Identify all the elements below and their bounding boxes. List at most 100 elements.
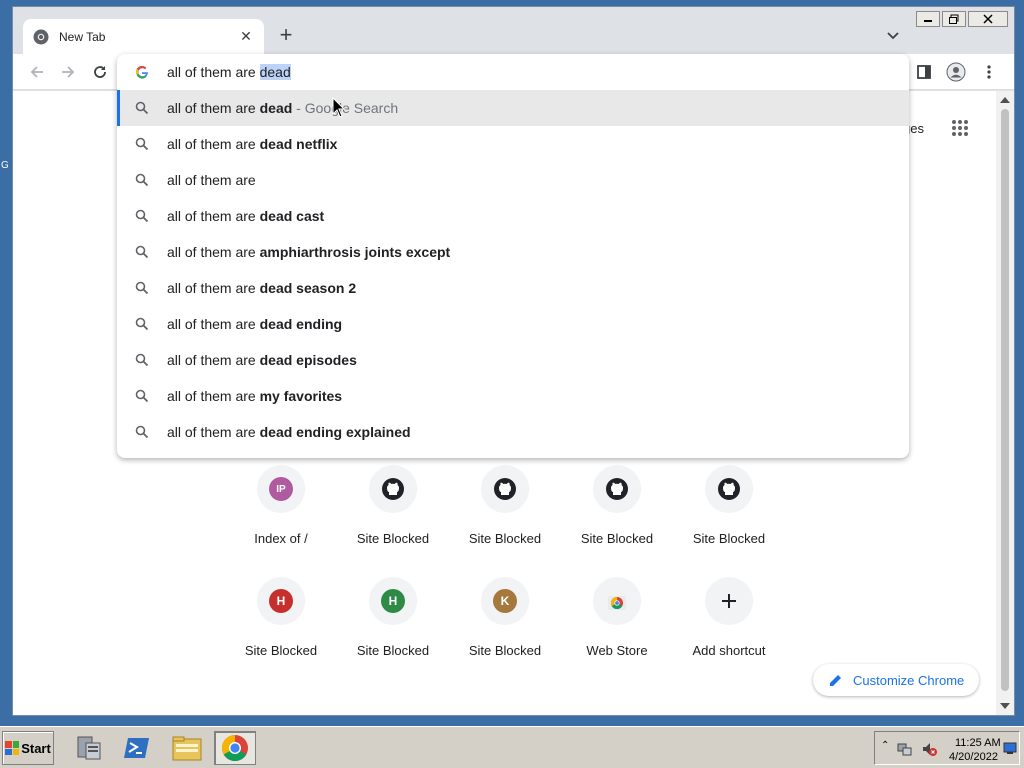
- plus-icon: [722, 594, 736, 608]
- new-tab-button[interactable]: +: [275, 24, 297, 47]
- restore-button[interactable]: [942, 11, 966, 27]
- apps-grid-icon[interactable]: [951, 119, 969, 137]
- shortcut-tile[interactable]: IP Index of /: [225, 457, 337, 561]
- letter-icon: IP: [269, 477, 293, 501]
- shortcut-label: Site Blocked: [244, 643, 318, 658]
- search-icon: [135, 137, 149, 151]
- suggestion-completion: dead netflix: [259, 136, 338, 152]
- search-icon: [135, 245, 149, 259]
- start-button[interactable]: Start: [2, 731, 54, 765]
- shortcut-tile[interactable]: Site Blocked: [561, 457, 673, 561]
- shortcut-tile[interactable]: Site Blocked: [673, 457, 785, 561]
- scroll-up-arrow[interactable]: [1000, 97, 1010, 103]
- search-icon: [135, 101, 149, 115]
- letter-icon: H: [269, 589, 293, 613]
- shortcut-tile[interactable]: Web Store: [561, 569, 673, 673]
- close-window-button[interactable]: [968, 11, 1008, 27]
- side-panel-button[interactable]: [914, 62, 934, 82]
- search-icon: [135, 353, 149, 367]
- taskbar-chrome[interactable]: [214, 731, 256, 765]
- letter-icon: K: [493, 589, 517, 613]
- shortcut-icon-circle: H: [257, 577, 305, 625]
- suggestion-text: all of them are: [167, 172, 256, 188]
- customize-chrome-button[interactable]: Customize Chrome: [813, 664, 979, 696]
- add-shortcut-tile[interactable]: Add shortcut: [673, 569, 785, 673]
- shortcut-tile[interactable]: Site Blocked: [337, 457, 449, 561]
- show-desktop-icon[interactable]: [1003, 741, 1017, 755]
- suggestion-item[interactable]: all of them are amphiarthrosis joints ex…: [117, 234, 909, 270]
- back-arrow-icon: [30, 66, 43, 78]
- suggestion-text: all of them are dead season 2: [167, 280, 356, 296]
- network-icon[interactable]: [897, 741, 913, 757]
- tab-close-button[interactable]: ✕: [238, 28, 254, 45]
- suggestion-completion: amphiarthrosis joints except: [259, 244, 451, 260]
- shortcut-tile[interactable]: H Site Blocked: [225, 569, 337, 673]
- search-icon: [135, 389, 149, 403]
- shortcut-icon-circle: IP: [257, 465, 305, 513]
- suggestion-prefix: all of them are: [167, 316, 260, 332]
- taskbar-server-manager[interactable]: [68, 731, 110, 765]
- reload-button[interactable]: [90, 62, 110, 82]
- suggestion-item[interactable]: all of them are dead episodes: [117, 342, 909, 378]
- shortcut-icon-circle: [705, 465, 753, 513]
- suggestion-item[interactable]: all of them are dead season 2: [117, 270, 909, 306]
- shortcut-icon-circle: [705, 577, 753, 625]
- tab-new-tab[interactable]: New Tab ✕: [23, 19, 264, 54]
- suggestion-text: all of them are my favorites: [167, 388, 342, 404]
- menu-button[interactable]: [979, 62, 999, 82]
- suggestion-completion: my favorites: [259, 388, 343, 404]
- suggestion-completion: dead ending: [259, 316, 343, 332]
- taskbar-powershell[interactable]: [116, 731, 158, 765]
- shortcut-tile[interactable]: Site Blocked: [449, 457, 561, 561]
- scrollbar[interactable]: [996, 91, 1014, 715]
- github-icon: [718, 478, 740, 500]
- powershell-icon: [124, 738, 149, 758]
- suggestion-item[interactable]: all of them are dead netflix: [117, 126, 909, 162]
- suggestion-prefix: all of them are: [167, 172, 256, 188]
- shortcut-label: Site Blocked: [356, 643, 430, 658]
- search-icon: [135, 173, 149, 187]
- suggestion-item[interactable]: all of them are dead ending: [117, 306, 909, 342]
- volume-muted-icon[interactable]: [921, 741, 937, 757]
- suggestion-prefix: all of them are: [167, 100, 260, 116]
- shortcut-icon-circle: K: [481, 577, 529, 625]
- shortcut-label: Site Blocked: [692, 531, 766, 546]
- suggestion-completion: dead ending explained: [259, 424, 411, 440]
- desktop-edge-text: G: [1, 160, 9, 171]
- shortcut-tile[interactable]: K Site Blocked: [449, 569, 561, 673]
- avatar-icon: [946, 62, 966, 82]
- back-button[interactable]: [27, 62, 47, 82]
- suggestion-item[interactable]: all of them are: [117, 162, 909, 198]
- suggestion-item[interactable]: all of them are dead - Google Search: [117, 90, 909, 126]
- taskbar-explorer[interactable]: [166, 731, 208, 765]
- chevron-down-icon[interactable]: [886, 29, 900, 43]
- mouse-cursor-icon: [332, 97, 346, 118]
- suggestion-text: all of them are dead ending explained: [167, 424, 411, 440]
- suggestion-prefix: all of them are: [167, 388, 260, 404]
- profile-button[interactable]: [946, 62, 966, 82]
- tab-title: New Tab: [59, 29, 106, 44]
- suggestion-text: all of them are dead cast: [167, 208, 324, 224]
- shortcut-icon-circle: [593, 465, 641, 513]
- minimize-button[interactable]: [916, 11, 940, 27]
- scroll-thumb[interactable]: [1001, 109, 1009, 691]
- tray-expand-icon[interactable]: ⌃: [881, 740, 889, 751]
- reload-icon: [94, 66, 106, 78]
- folder-icon: [172, 736, 202, 761]
- search-icon: [135, 317, 149, 331]
- suggestion-item[interactable]: all of them are my favorites: [117, 378, 909, 414]
- omnibox-input[interactable]: all of them are dead: [117, 54, 909, 90]
- taskbar: Start ⌃ 11:25 AM 4/20/2022: [0, 726, 1024, 768]
- scroll-down-arrow[interactable]: [1000, 703, 1010, 709]
- suggestion-completion: dead: [259, 100, 293, 116]
- suggestion-prefix: all of them are: [167, 280, 260, 296]
- suggestion-prefix: all of them are: [167, 136, 260, 152]
- shortcut-tile[interactable]: H Site Blocked: [337, 569, 449, 673]
- suggestion-item[interactable]: all of them are dead ending explained: [117, 414, 909, 450]
- shortcut-icon-circle: [593, 577, 641, 625]
- suggestion-text: all of them are dead - Google Search: [167, 100, 398, 116]
- forward-button[interactable]: [58, 62, 78, 82]
- chrome-web-store-icon: [608, 596, 626, 610]
- suggestion-text: all of them are dead episodes: [167, 352, 357, 368]
- suggestion-item[interactable]: all of them are dead cast: [117, 198, 909, 234]
